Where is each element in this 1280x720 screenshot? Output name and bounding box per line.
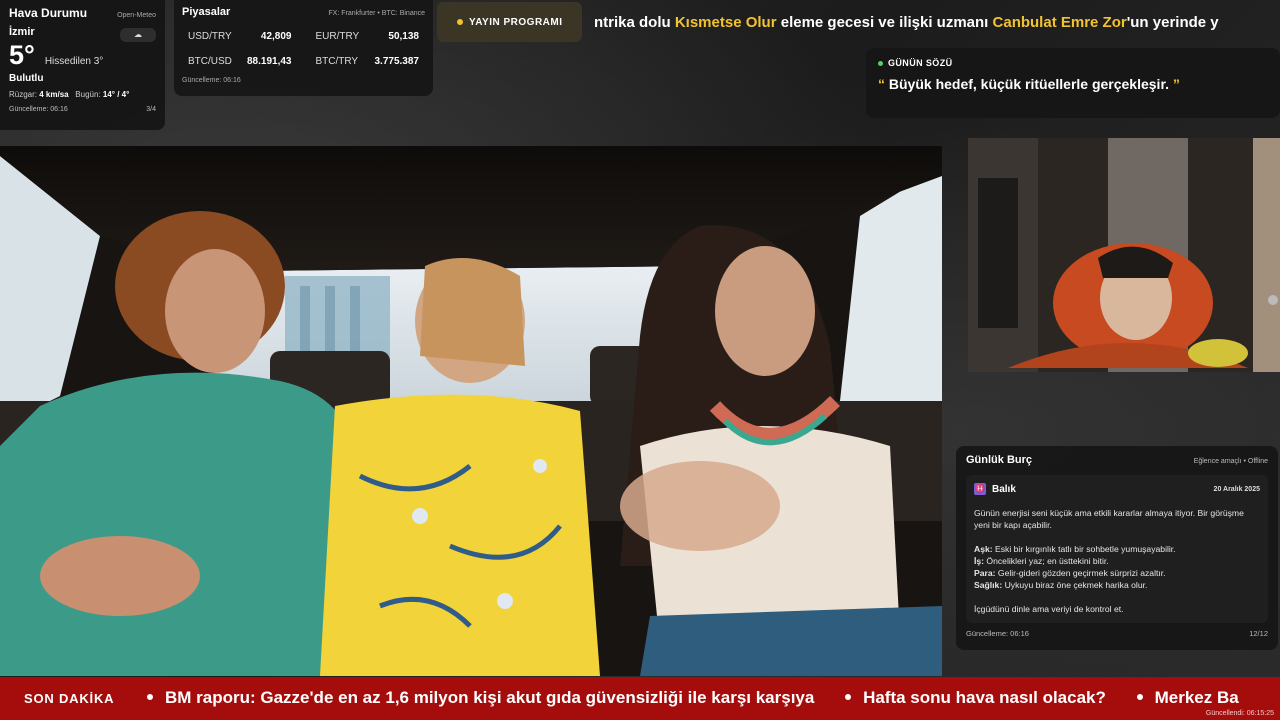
money-label: Para: — [974, 568, 996, 578]
market-label: BTC/TRY — [315, 56, 359, 67]
markets-source: FX: Frankfurter • BTC: Binance — [328, 10, 425, 17]
main-video-player[interactable] — [0, 146, 942, 676]
wind-value: 4 km/sa — [39, 90, 69, 99]
bullet-icon — [845, 694, 852, 701]
horoscope-sign: Balık — [992, 483, 1016, 495]
horoscope-intro: Günün enerjisi seni küçük ama etkili kar… — [974, 508, 1244, 530]
market-label: USD/TRY — [188, 31, 232, 42]
today-label: Bugün: — [75, 90, 101, 99]
quote-of-the-day: GÜNÜN SÖZÜ “ Büyük hedef, küçük ritüelle… — [866, 48, 1280, 118]
markets-title: Piyasalar — [182, 6, 231, 18]
weather-title: Hava Durumu — [9, 6, 88, 20]
weather-wind-row: Rüzgar: 4 km/sa Bugün: 14° / 4° — [9, 90, 156, 99]
bullet-icon — [1136, 694, 1143, 701]
weather-source: Open-Meteo — [117, 12, 156, 19]
weather-temperature: 5° — [9, 40, 35, 70]
today-value: 14° / 4° — [102, 90, 130, 99]
work-label: İş: — [974, 556, 985, 566]
horoscope-date: 20 Aralık 2025 — [1213, 485, 1260, 493]
market-value: 42,809 — [260, 31, 292, 42]
horoscope-title: Günlük Burç — [966, 454, 1033, 466]
ticker-text: ntrika dolu — [594, 14, 675, 31]
close-quote-mark: ” — [1172, 76, 1180, 92]
horoscope-mode: Eğlence amaçlı • Offline — [1193, 458, 1268, 465]
open-quote-mark: “ — [878, 76, 885, 92]
webcam-frame — [968, 138, 1280, 372]
horoscope-work: İş: Öncelikleri yaz; en üsttekini bitir. — [974, 555, 1260, 567]
market-value: 50,138 — [388, 31, 419, 42]
horoscope-money: Para: Gelir-gideri gözden geçirmek sürpr… — [974, 567, 1260, 579]
horoscope-widget: Günlük Burç Eğlence amaçlı • Offline ♓ B… — [956, 446, 1278, 650]
weather-page-indicator: 3/4 — [146, 106, 156, 113]
love-text: Eski bir kırgınlık tatlı bir sohbetle yu… — [992, 544, 1176, 554]
ticker-item: BM raporu: Gazze'de en az 1,6 milyon kiş… — [147, 688, 814, 707]
horoscope-outro: İçgüdünü dinle ama veriyi de kontrol et. — [974, 604, 1124, 614]
ticker-highlight: Kısmetse Olur — [674, 14, 777, 31]
weather-updated: Güncelleme: 06:16 — [9, 106, 68, 113]
money-text: Gelir-gideri gözden geçirmek sürprizi az… — [995, 568, 1166, 578]
horoscope-updated: Güncelleme: 06:16 — [966, 629, 1029, 638]
quote-text: Büyük hedef, küçük ritüellerle gerçekleş… — [888, 76, 1170, 92]
market-label: BTC/USD — [188, 56, 232, 67]
market-row: BTC/TRY 3.775.387 — [310, 49, 426, 74]
weather-condition: Bulutlu — [9, 73, 44, 84]
pisces-icon: ♓ — [974, 483, 986, 495]
market-row: EUR/TRY 50,138 — [310, 24, 426, 49]
market-value: 3.775.387 — [374, 56, 420, 67]
quote-title: GÜNÜN SÖZÜ — [888, 58, 953, 68]
market-value: 88.191,43 — [247, 56, 292, 67]
health-text: Uykuyu biraz öne çekmek harika olur. — [1002, 580, 1148, 590]
video-frame — [0, 146, 942, 676]
horoscope-health: Sağlık: Uykuyu biraz öne çekmek harika o… — [974, 579, 1260, 591]
work-text: Öncelikleri yaz; en üsttekini bitir. — [984, 556, 1109, 566]
horoscope-love: Aşk: Eski bir kırgınlık tatlı bir sohbet… — [974, 543, 1260, 555]
bullet-icon — [147, 694, 153, 701]
schedule-button[interactable]: YAYIN PROGRAMI — [437, 2, 582, 42]
status-dot-icon — [457, 19, 463, 25]
webcam-feed[interactable] — [968, 138, 1280, 372]
love-label: Aşk: — [974, 544, 993, 554]
breaking-news-label: SON DAKİKA — [24, 691, 115, 706]
ticker-updated: Güncellendi: 06:15:25 — [1205, 710, 1274, 717]
cloud-icon: ☁ — [120, 28, 156, 42]
ticker-item-text: Merkez Ba — [1154, 688, 1239, 707]
horoscope-page-indicator: 12/12 — [1249, 629, 1268, 638]
horoscope-card: ♓ Balık 20 Aralık 2025 Günün enerjisi se… — [966, 475, 1268, 623]
markets-widget: Piyasalar FX: Frankfurter • BTC: Binance… — [174, 0, 433, 96]
health-label: Sağlık: — [974, 580, 1003, 590]
ticker-item-text: BM raporu: Gazze'de en az 1,6 milyon kiş… — [165, 688, 815, 707]
market-row: BTC/USD 88.191,43 — [182, 49, 298, 74]
ticker-highlight: Canbulat Emre Zor — [992, 14, 1127, 31]
ticker-item-text: Hafta sonu hava nasıl olacak? — [863, 688, 1106, 707]
schedule-label: YAYIN PROGRAMI — [469, 16, 563, 28]
market-row: USD/TRY 42,809 — [182, 24, 298, 49]
markets-updated: Güncelleme: 06:16 — [182, 77, 241, 84]
weather-widget: Hava Durumu Open-Meteo İzmir ☁ 5° Hissed… — [0, 0, 165, 130]
market-label: EUR/TRY — [315, 31, 360, 42]
ticker-text: eleme gecesi ve ilişki uzmanı — [776, 14, 993, 31]
wind-label: Rüzgar: — [9, 90, 38, 99]
ticker-text: 'un yerinde y — [1126, 14, 1219, 31]
top-news-ticker: ntrika dolu Kısmetse Olur eleme gecesi v… — [594, 14, 1280, 34]
breaking-news-bar: SON DAKİKA BM raporu: Gazze'de en az 1,6… — [0, 677, 1280, 720]
live-dot-icon — [878, 60, 883, 66]
ticker-item: Hafta sonu hava nasıl olacak? — [845, 688, 1106, 707]
ticker-item: Merkez Ba — [1136, 688, 1239, 707]
weather-feels-like: Hissedilen 3° — [44, 56, 104, 67]
